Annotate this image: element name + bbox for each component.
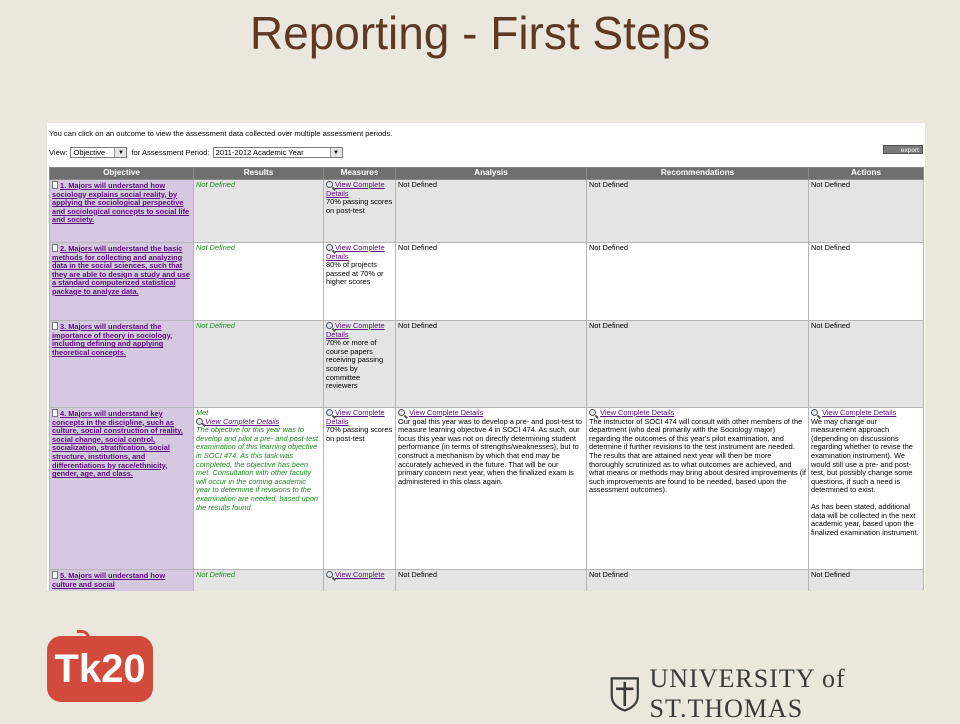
export-button[interactable]: export bbox=[883, 145, 923, 154]
actions-cell: Not Defined bbox=[808, 179, 924, 243]
actions-text: We may change our measurement approach (… bbox=[811, 416, 913, 495]
table-row: 3. Majors will understand the importance… bbox=[49, 320, 924, 408]
report-screenshot: You can click on an outcome to view the … bbox=[47, 123, 925, 591]
measure-text: 70% passing scores on post-test bbox=[326, 197, 393, 215]
magnifier-icon bbox=[326, 322, 333, 329]
document-icon bbox=[52, 571, 58, 579]
magnifier-icon bbox=[811, 409, 818, 416]
document-icon bbox=[52, 322, 58, 330]
objective-cell: 4. Majors will understand key concepts i… bbox=[49, 407, 194, 570]
assessment-table: Objective Results Measures Analysis Reco… bbox=[49, 167, 924, 591]
objective-link[interactable]: 3. Majors will understand the importance… bbox=[52, 322, 172, 357]
document-icon bbox=[52, 409, 58, 417]
measure-text: 70% or more of course papers receiving p… bbox=[326, 338, 384, 391]
objective-link[interactable]: 2. Majors will understand the basic meth… bbox=[52, 244, 190, 296]
objective-cell: 2. Majors will understand the basic meth… bbox=[49, 242, 194, 321]
measures-cell: View Complete Details 70% or more of cou… bbox=[323, 320, 396, 408]
analysis-cell: View Complete Details Our goal this year… bbox=[395, 407, 587, 570]
results-cell: Met View Complete Details The objective … bbox=[193, 407, 324, 570]
magnifier-icon bbox=[326, 244, 333, 251]
results-cell: Not Defined bbox=[193, 179, 324, 243]
analysis-text: Our goal this year was to develop a pre-… bbox=[398, 416, 583, 486]
column-header-analysis[interactable]: Analysis bbox=[395, 167, 587, 180]
objective-cell: 1. Majors will understand how sociology … bbox=[49, 179, 194, 243]
recommendations-cell: Not Defined bbox=[586, 242, 809, 321]
objective-cell: 5. Majors will understand how culture an… bbox=[49, 569, 194, 591]
measure-text: 80% of projects passed at 70% or higher … bbox=[326, 260, 384, 287]
results-cell: Not Defined bbox=[193, 569, 324, 591]
table-row: 4. Majors will understand key concepts i… bbox=[49, 407, 924, 570]
measures-cell: View Complete bbox=[323, 569, 396, 591]
table-row: 5. Majors will understand how culture an… bbox=[49, 569, 924, 591]
column-header-results[interactable]: Results bbox=[193, 167, 324, 180]
table-header-row: Objective Results Measures Analysis Reco… bbox=[49, 167, 924, 180]
actions-cell: Not Defined bbox=[808, 242, 924, 321]
magnifier-icon bbox=[326, 409, 333, 416]
objective-link[interactable]: 1. Majors will understand how sociology … bbox=[52, 181, 189, 224]
table-row: 1. Majors will understand how sociology … bbox=[49, 179, 924, 243]
measure-text: 70% passing scores on post-test bbox=[326, 425, 393, 443]
intro-text: You can click on an outcome to view the … bbox=[49, 129, 393, 138]
column-header-objective[interactable]: Objective bbox=[49, 167, 194, 180]
actions-cell: Not Defined bbox=[808, 320, 924, 408]
recommendations-cell: View Complete Details The instructor of … bbox=[586, 407, 809, 570]
document-icon bbox=[52, 181, 58, 189]
actions-text-2: As has been stated, additional data will… bbox=[811, 501, 919, 537]
university-logo: UNIVERSITY of ST.THOMAS bbox=[610, 664, 960, 724]
document-icon bbox=[52, 244, 58, 252]
view-select[interactable]: Objective ▼ bbox=[70, 147, 128, 158]
chevron-down-icon: ▼ bbox=[329, 148, 342, 157]
view-details-link[interactable]: View Complete bbox=[335, 571, 385, 580]
period-label: for Assessment Period: bbox=[131, 148, 210, 157]
magnifier-icon bbox=[398, 409, 405, 416]
recommendations-cell: Not Defined bbox=[586, 320, 809, 408]
apple-leaf-icon bbox=[77, 630, 90, 643]
view-label: View: bbox=[49, 148, 68, 157]
chevron-down-icon: ▼ bbox=[114, 148, 127, 157]
objective-cell: 3. Majors will understand the importance… bbox=[49, 320, 194, 408]
column-header-measures[interactable]: Measures bbox=[323, 167, 396, 180]
analysis-cell: Not Defined bbox=[395, 179, 587, 243]
results-text: The objective for this year was to devel… bbox=[196, 425, 319, 512]
measures-cell: View Complete Details 70% passing scores… bbox=[323, 407, 396, 570]
actions-cell: Not Defined bbox=[808, 569, 924, 591]
analysis-cell: Not Defined bbox=[395, 242, 587, 321]
results-cell: Not Defined bbox=[193, 320, 324, 408]
objective-link[interactable]: 4. Majors will understand key concepts i… bbox=[52, 409, 183, 478]
objective-link[interactable]: 5. Majors will understand how culture an… bbox=[52, 571, 165, 589]
crest-icon bbox=[610, 677, 639, 712]
recommendations-cell: Not Defined bbox=[586, 569, 809, 591]
tk20-logo: Tk20 bbox=[47, 630, 153, 702]
column-header-recommendations[interactable]: Recommendations bbox=[586, 167, 809, 180]
analysis-cell: Not Defined bbox=[395, 320, 587, 408]
measures-cell: View Complete Details 80% of projects pa… bbox=[323, 242, 396, 321]
column-header-actions[interactable]: Actions bbox=[808, 167, 924, 180]
period-select[interactable]: 2011-2012 Academic Year ▼ bbox=[212, 147, 343, 158]
results-cell: Not Defined bbox=[193, 242, 324, 321]
magnifier-icon bbox=[326, 181, 333, 188]
view-toolbar: View: Objective ▼ for Assessment Period:… bbox=[49, 147, 347, 158]
magnifier-icon bbox=[196, 417, 203, 425]
magnifier-icon bbox=[326, 571, 333, 578]
recommendations-cell: Not Defined bbox=[586, 179, 809, 243]
magnifier-icon bbox=[589, 409, 596, 416]
actions-cell: View Complete Details We may change our … bbox=[808, 407, 924, 570]
table-row: 2. Majors will understand the basic meth… bbox=[49, 242, 924, 321]
recommendations-text: The instructor of SOCI 474 will consult … bbox=[589, 416, 806, 495]
measures-cell: View Complete Details 70% passing scores… bbox=[323, 179, 396, 243]
slide-title: Reporting - First Steps bbox=[249, 7, 711, 59]
analysis-cell: Not Defined bbox=[395, 569, 587, 591]
